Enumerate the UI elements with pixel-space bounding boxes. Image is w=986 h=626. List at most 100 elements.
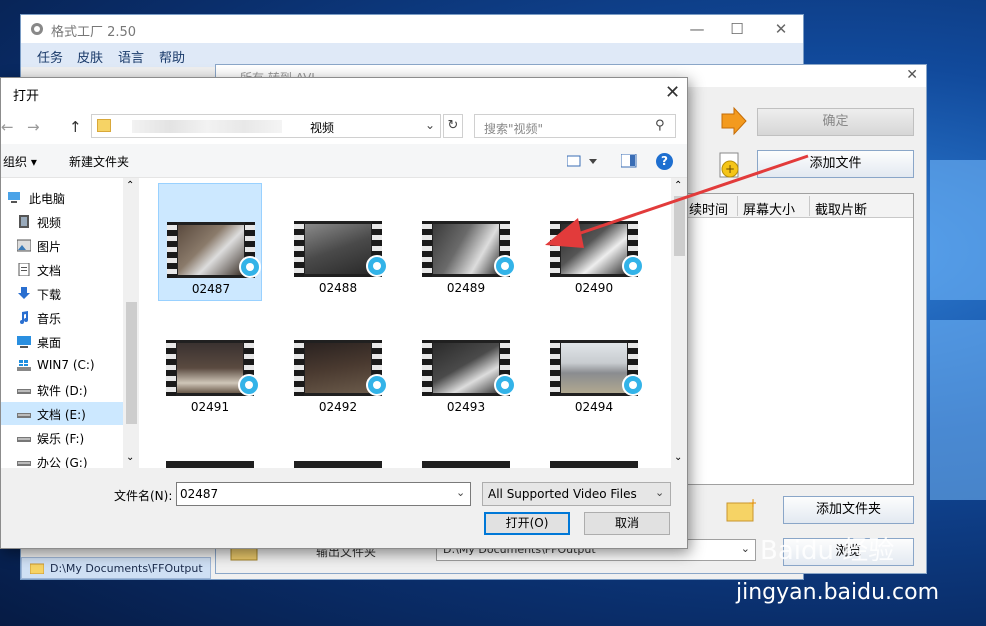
column-duration[interactable]: 续时间 bbox=[689, 199, 728, 218]
desktop-icon bbox=[17, 336, 31, 348]
folder-icon bbox=[97, 119, 111, 132]
close-icon[interactable]: ✕ bbox=[771, 19, 791, 39]
file-item[interactable]: 02492 bbox=[286, 302, 390, 420]
sidebar-item-drive-e[interactable]: 文档 (E:) bbox=[1, 402, 123, 425]
maximize-icon[interactable]: ☐ bbox=[727, 19, 747, 39]
file-item[interactable]: 02489 bbox=[414, 183, 518, 301]
file-item[interactable]: 02494 bbox=[542, 302, 646, 420]
view-options-icon[interactable] bbox=[567, 154, 599, 168]
open-dialog-title-bar: 打开 ✕ bbox=[1, 78, 687, 108]
file-item[interactable]: 02493 bbox=[414, 302, 518, 420]
refresh-icon[interactable]: ↻ bbox=[443, 114, 463, 138]
cancel-button[interactable]: 取消 bbox=[584, 512, 670, 535]
video-file-icon bbox=[238, 374, 260, 396]
video-thumbnail bbox=[422, 340, 516, 396]
minimize-icon[interactable]: — bbox=[687, 19, 707, 39]
add-file-button[interactable]: 添加文件 bbox=[757, 150, 914, 178]
sidebar-item-videos[interactable]: 视频 bbox=[1, 210, 123, 233]
file-item[interactable]: 02488 bbox=[286, 183, 390, 301]
video-thumbnail bbox=[294, 461, 382, 468]
preview-pane-icon[interactable] bbox=[621, 154, 637, 168]
sidebar-item-drive-f[interactable]: 娱乐 (F:) bbox=[1, 426, 123, 449]
file-item[interactable]: 02491 bbox=[158, 302, 262, 420]
search-input[interactable]: 搜索"视频" ⚲ bbox=[474, 114, 676, 138]
menu-task[interactable]: 任务 bbox=[37, 47, 63, 66]
filetype-value: All Supported Video Files bbox=[488, 487, 637, 501]
ok-button[interactable]: 确定 bbox=[757, 108, 914, 136]
filetype-select[interactable]: All Supported Video Files ⌄ bbox=[482, 482, 671, 506]
video-thumbnail bbox=[422, 221, 516, 277]
video-file-icon bbox=[366, 255, 388, 277]
filename-input[interactable]: 02487 ⌄ bbox=[176, 482, 471, 506]
video-thumbnail bbox=[550, 221, 644, 277]
video-thumbnail bbox=[166, 461, 254, 468]
file-item[interactable]: 02490 bbox=[542, 183, 646, 301]
scroll-down-icon[interactable]: ⌄ bbox=[126, 452, 134, 463]
sidebar-item-drive-c[interactable]: WIN7 (C:) bbox=[1, 354, 123, 377]
next-arrow-icon bbox=[721, 106, 747, 136]
file-list-header: 续时间 屏幕大小 截取片断 bbox=[687, 194, 913, 218]
add-folder-icon: + bbox=[726, 496, 756, 522]
scrollbar-thumb[interactable] bbox=[674, 196, 685, 256]
menu-help[interactable]: 帮助 bbox=[159, 47, 185, 66]
drive-icon bbox=[17, 389, 31, 394]
status-bar: D:\My Documents\FFOutput bbox=[21, 557, 211, 579]
search-icon[interactable]: ⚲ bbox=[655, 118, 665, 133]
sidebar-item-music[interactable]: 音乐 bbox=[1, 306, 123, 329]
file-item[interactable] bbox=[286, 421, 390, 468]
chevron-down-icon[interactable]: ⌄ bbox=[655, 486, 664, 499]
command-toolbar: 组织 ▾ 新建文件夹 ? bbox=[1, 144, 687, 178]
chevron-down-icon[interactable]: ⌄ bbox=[741, 542, 750, 555]
navigation-bar: ← → ↑ 视频 ⌄ ↻ 搜索"视频" ⚲ bbox=[1, 108, 687, 144]
video-thumbnail bbox=[166, 340, 260, 396]
file-list[interactable]: 续时间 屏幕大小 截取片断 bbox=[686, 193, 914, 485]
back-icon[interactable]: ← bbox=[1, 118, 14, 136]
add-folder-button[interactable]: 添加文件夹 bbox=[783, 496, 914, 524]
sidebar-item-desktop[interactable]: 桌面 bbox=[1, 330, 123, 353]
column-screen-size[interactable]: 屏幕大小 bbox=[743, 199, 795, 218]
address-current[interactable]: 视频 bbox=[310, 119, 334, 136]
video-thumbnail bbox=[294, 340, 388, 396]
open-file-dialog: 打开 ✕ ← → ↑ 视频 ⌄ ↻ 搜索"视频" ⚲ 组织 ▾ 新建文件夹 ? … bbox=[0, 77, 688, 549]
file-item[interactable]: 02487 bbox=[158, 183, 262, 301]
file-item[interactable] bbox=[542, 421, 646, 468]
video-file-icon bbox=[366, 374, 388, 396]
sidebar-item-pictures[interactable]: 图片 bbox=[1, 234, 123, 257]
file-grid-scrollbar[interactable]: ⌃ ⌄ bbox=[671, 178, 687, 468]
site-watermark: jingyan.baidu.com bbox=[736, 580, 940, 605]
sidebar-item-drive-d[interactable]: 软件 (D:) bbox=[1, 378, 123, 401]
scroll-up-icon[interactable]: ⌃ bbox=[674, 180, 682, 191]
filename-label: 文件名(N): bbox=[114, 489, 173, 503]
menu-language[interactable]: 语言 bbox=[118, 47, 144, 66]
video-thumbnail bbox=[167, 222, 261, 278]
chevron-down-icon[interactable]: ⌄ bbox=[425, 118, 435, 132]
computer-icon bbox=[8, 192, 20, 203]
organize-button[interactable]: 组织 ▾ bbox=[3, 153, 37, 170]
sidebar-item-documents[interactable]: 文档 bbox=[1, 258, 123, 281]
forward-icon[interactable]: → bbox=[27, 118, 40, 136]
menu-skin[interactable]: 皮肤 bbox=[77, 47, 103, 66]
drive-icon bbox=[17, 437, 31, 442]
close-icon[interactable]: ✕ bbox=[906, 67, 918, 83]
file-item[interactable] bbox=[414, 421, 518, 468]
scroll-up-icon[interactable]: ⌃ bbox=[126, 180, 134, 191]
chevron-down-icon[interactable]: ⌄ bbox=[456, 486, 465, 499]
scrollbar-thumb[interactable] bbox=[126, 302, 137, 424]
new-folder-button[interactable]: 新建文件夹 bbox=[69, 153, 129, 170]
address-bar[interactable]: 视频 ⌄ bbox=[91, 114, 441, 138]
navigation-pane: 此电脑 视频 图片 文档 下载 音乐 桌面 WIN7 (C:) 软件 (D:) … bbox=[1, 178, 139, 470]
video-thumbnail bbox=[550, 340, 644, 396]
sidebar-item-this-pc[interactable]: 此电脑 bbox=[1, 186, 123, 209]
up-icon[interactable]: ↑ bbox=[69, 118, 82, 136]
file-item[interactable] bbox=[158, 421, 262, 468]
filename-value: 02487 bbox=[180, 487, 219, 501]
open-button[interactable]: 打开(O) bbox=[484, 512, 570, 535]
sidebar-item-downloads[interactable]: 下载 bbox=[1, 282, 123, 305]
close-icon[interactable]: ✕ bbox=[665, 82, 680, 103]
column-clip[interactable]: 截取片断 bbox=[815, 199, 867, 218]
help-icon[interactable]: ? bbox=[656, 153, 673, 170]
sidebar-scrollbar[interactable]: ⌃ ⌄ bbox=[123, 178, 139, 468]
video-file-icon bbox=[494, 255, 516, 277]
baidu-watermark: Baidu 经验 bbox=[760, 536, 895, 566]
scroll-down-icon[interactable]: ⌄ bbox=[674, 452, 682, 463]
